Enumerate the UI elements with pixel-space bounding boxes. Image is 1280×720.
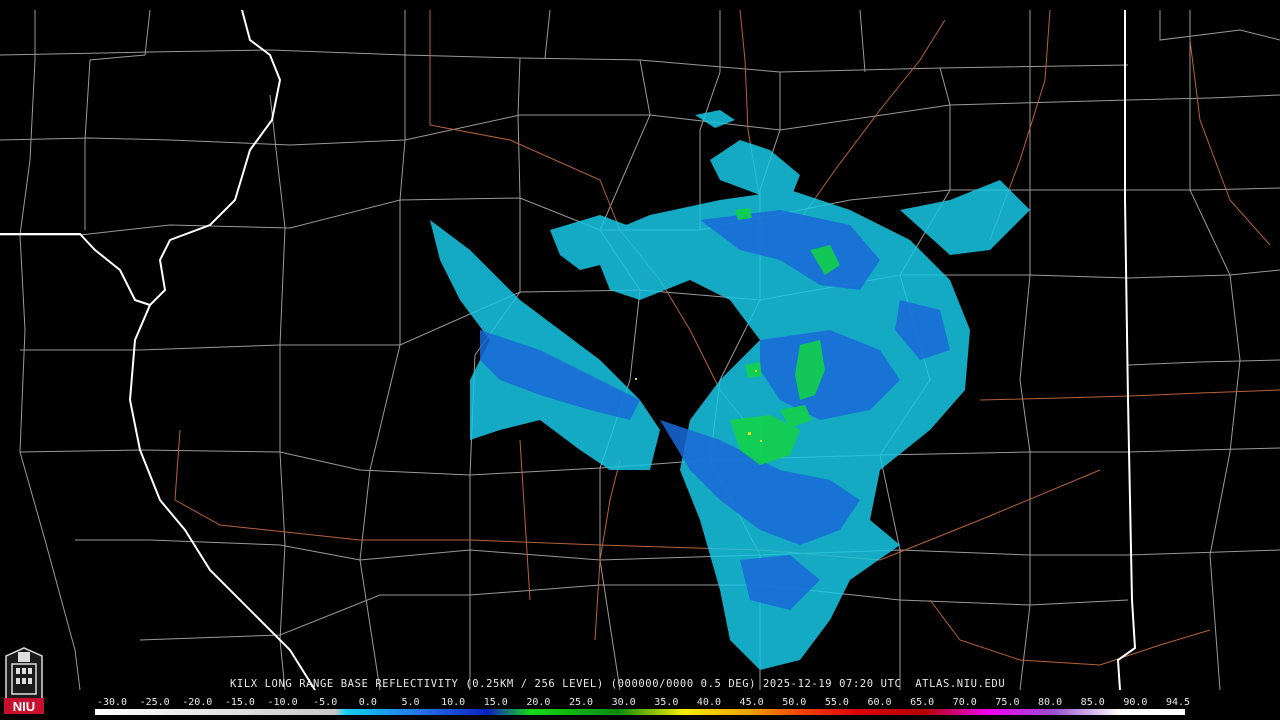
colorbar-label: 85.0 — [1080, 697, 1105, 708]
colorbar-label: 94.5 — [1165, 697, 1191, 708]
colorbar-label: 0.0 — [358, 697, 377, 708]
colorbar-label: -10.0 — [267, 697, 298, 708]
colorbar-label: 80.0 — [1038, 697, 1063, 708]
source-url: ATLAS.NIU.EDU — [915, 678, 1006, 690]
colorbar-label: -25.0 — [139, 697, 170, 708]
radar-map — [0, 9, 1280, 691]
colorbar-label: 70.0 — [952, 697, 977, 708]
colorbar-label: 10.0 — [441, 697, 466, 708]
colorbar-labels: -30.0 -25.0 -20.0 -15.0 -10.0 -5.0 0.0 5.0 10.0 1… — [0, 697, 1280, 709]
colorbar-label: 15.0 — [483, 697, 508, 708]
colorbar-label: 90.0 — [1123, 697, 1148, 708]
product-name: LONG RANGE BASE REFLECTIVITY — [264, 678, 459, 690]
colorbar-label: 35.0 — [654, 697, 679, 708]
colorbar-label: -30.0 — [96, 697, 128, 708]
colorbar-label: -15.0 — [224, 697, 255, 708]
colorbar-label: 20.0 — [526, 697, 551, 708]
colorbar-label: 40.0 — [696, 697, 721, 708]
colorbar-label: 55.0 — [824, 697, 849, 708]
colorbar-label: 60.0 — [867, 697, 892, 708]
colorbar-label: 30.0 — [611, 697, 636, 708]
county-lines — [0, 9, 1280, 691]
product-caption: KILX LONG RANGE BASE REFLECTIVITY (0.25K… — [230, 678, 1005, 690]
reflectivity-colorbar — [95, 709, 1185, 715]
colorbar-label: 45.0 — [739, 697, 764, 708]
colorbar-label: 75.0 — [995, 697, 1020, 708]
colorbar-label: 25.0 — [568, 697, 594, 708]
station-id: KILX — [230, 678, 258, 690]
colorbar-label: 50.0 — [782, 697, 807, 708]
colorbar-label: -20.0 — [182, 697, 213, 708]
product-resolution: (0.25KM / 256 LEVEL) — [465, 678, 604, 690]
colorbar-label: 65.0 — [910, 697, 935, 708]
colorbar-label: -5.0 — [313, 697, 338, 708]
colorbar-label: 5.0 — [401, 697, 420, 708]
timestamp: 2025-12-19 07:20 UTC — [762, 678, 902, 690]
volume-info: (000000/0000 0.5 DEG) — [610, 678, 757, 690]
